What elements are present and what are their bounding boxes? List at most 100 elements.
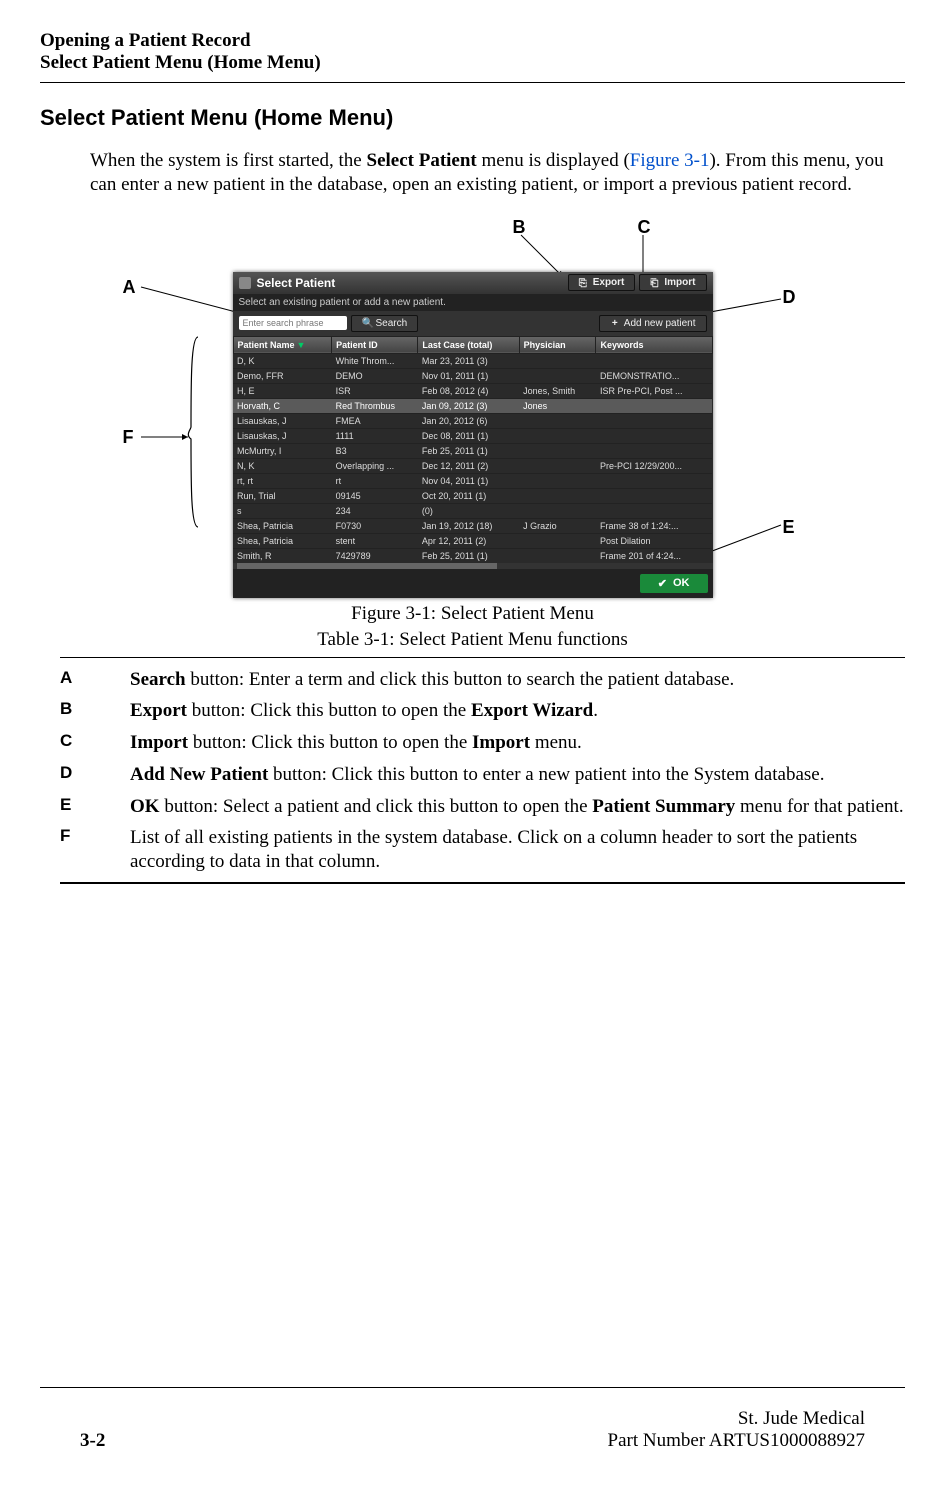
cell xyxy=(596,488,712,503)
cell: Lisauskas, J xyxy=(233,413,332,428)
cell: DEMO xyxy=(332,368,418,383)
row-C: C Import button: Click this button to op… xyxy=(60,731,905,755)
patient-table: Patient Name▼ Patient ID Last Case (tota… xyxy=(233,336,713,563)
key-A: A xyxy=(60,668,130,688)
cell xyxy=(596,398,712,413)
table-row[interactable]: McMurtry, IB3Feb 25, 2011 (1) xyxy=(233,443,712,458)
table-header-row: Patient Name▼ Patient ID Last Case (tota… xyxy=(233,336,712,353)
table-bottom-rule xyxy=(60,882,905,884)
cell: Jan 19, 2012 (18) xyxy=(418,518,519,533)
callout-E: E xyxy=(783,517,795,538)
cell: Run, Trial xyxy=(233,488,332,503)
cell xyxy=(519,458,596,473)
text: all existing patients in the system data… xyxy=(130,827,857,872)
table-row[interactable]: Run, Trial09145Oct 20, 2011 (1) xyxy=(233,488,712,503)
search-button-label: Search xyxy=(376,318,408,329)
table-row[interactable]: Lisauskas, J1111Dec 08, 2011 (1) xyxy=(233,428,712,443)
para-text: menu is displayed ( xyxy=(477,150,630,171)
cell: White Throm... xyxy=(332,353,418,368)
add-new-label: Add new patient xyxy=(624,318,696,329)
cell: Oct 20, 2011 (1) xyxy=(418,488,519,503)
cell xyxy=(519,353,596,368)
cell: Dec 08, 2011 (1) xyxy=(418,428,519,443)
import-label: Import xyxy=(664,277,695,288)
cell: F0730 xyxy=(332,518,418,533)
bottom-bar: ✔OK xyxy=(233,569,713,598)
import-icon: ⎗ xyxy=(650,278,660,288)
text: Import xyxy=(472,732,530,753)
export-icon: ⎘ xyxy=(579,278,589,288)
cell: Frame 38 of 1:24:... xyxy=(596,518,712,533)
function-table: A Search button: Enter a term and click … xyxy=(60,668,905,874)
table-row[interactable]: H, EISRFeb 08, 2012 (4)Jones, SmithISR P… xyxy=(233,383,712,398)
text: button: Click this button to open the xyxy=(187,700,471,721)
text: OK xyxy=(130,796,160,817)
cell: D, K xyxy=(233,353,332,368)
table-row[interactable]: Smith, R7429789Feb 25, 2011 (1)Frame 201… xyxy=(233,548,712,563)
search-input[interactable]: Enter search phrase xyxy=(239,316,347,330)
cell xyxy=(596,428,712,443)
cell xyxy=(519,443,596,458)
cell: 1111 xyxy=(332,428,418,443)
cell: Feb 25, 2011 (1) xyxy=(418,548,519,563)
table-row[interactable]: N, KOverlapping ...Dec 12, 2011 (2)Pre-P… xyxy=(233,458,712,473)
table-row[interactable]: D, KWhite Throm...Mar 23, 2011 (3) xyxy=(233,353,712,368)
col-last-case[interactable]: Last Case (total) xyxy=(418,336,519,353)
cell xyxy=(519,473,596,488)
page-number: 3-2 xyxy=(80,1430,105,1452)
text: button: Select a patient and click this … xyxy=(160,796,593,817)
text: Patient Summary xyxy=(592,796,735,817)
col-physician[interactable]: Physician xyxy=(519,336,596,353)
table-row[interactable]: Demo, FFRDEMONov 01, 2011 (1)DEMONSTRATI… xyxy=(233,368,712,383)
cell: Frame 201 of 4:24... xyxy=(596,548,712,563)
key-D: D xyxy=(60,763,130,783)
cell xyxy=(596,353,712,368)
cell: ISR xyxy=(332,383,418,398)
cell: Jones xyxy=(519,398,596,413)
callout-D: D xyxy=(783,287,796,308)
key-E: E xyxy=(60,795,130,815)
window-titlebar: Select Patient ⎘Export ⎗Import xyxy=(233,272,713,294)
cell: 09145 xyxy=(332,488,418,503)
callout-F: F xyxy=(123,427,134,448)
text: menu. xyxy=(530,732,582,753)
table-row[interactable]: Shea, PatriciaF0730Jan 19, 2012 (18)J Gr… xyxy=(233,518,712,533)
cell: B3 xyxy=(332,443,418,458)
cell: stent xyxy=(332,533,418,548)
sort-arrow-icon: ▼ xyxy=(297,340,306,350)
table-row[interactable]: s234 (0) xyxy=(233,503,712,518)
search-button[interactable]: 🔍Search xyxy=(351,315,419,332)
add-new-patient-button[interactable]: +Add new patient xyxy=(599,315,707,332)
table-row[interactable]: Horvath, CRed ThrombusJan 09, 2012 (3)Jo… xyxy=(233,398,712,413)
text: . xyxy=(593,700,598,721)
export-button[interactable]: ⎘Export xyxy=(568,274,636,291)
figure-container: A B C D E F Select Patient ⎘Export ⎗Impo… xyxy=(83,217,863,597)
cell xyxy=(519,488,596,503)
cell: Feb 08, 2012 (4) xyxy=(418,383,519,398)
para-text: When the system is first started, the xyxy=(90,150,367,171)
cell xyxy=(519,533,596,548)
table-row[interactable]: Shea, PatriciastentApr 12, 2011 (2)Post … xyxy=(233,533,712,548)
figure-ref-link[interactable]: Figure 3-1 xyxy=(630,150,710,171)
key-C: C xyxy=(60,731,130,751)
text: Search xyxy=(130,669,186,690)
cell: Pre-PCI 12/29/200... xyxy=(596,458,712,473)
table-row[interactable]: Lisauskas, JFMEAJan 20, 2012 (6) xyxy=(233,413,712,428)
select-patient-window: Select Patient ⎘Export ⎗Import Select an… xyxy=(233,272,713,598)
footer-rule xyxy=(40,1387,905,1388)
cell xyxy=(519,548,596,563)
cell: Shea, Patricia xyxy=(233,533,332,548)
row-E: E OK button: Select a patient and click … xyxy=(60,795,905,819)
ok-button[interactable]: ✔OK xyxy=(640,574,708,593)
import-button[interactable]: ⎗ Import xyxy=(639,274,706,291)
cell xyxy=(519,503,596,518)
running-header-line2: Select Patient Menu (Home Menu) xyxy=(40,52,905,74)
col-keywords[interactable]: Keywords xyxy=(596,336,712,353)
cell xyxy=(519,428,596,443)
col-patient-id[interactable]: Patient ID xyxy=(332,336,418,353)
table-row[interactable]: rt, rtrtNov 04, 2011 (1) xyxy=(233,473,712,488)
check-icon: ✔ xyxy=(658,577,667,590)
cell xyxy=(596,413,712,428)
col-patient-name[interactable]: Patient Name▼ xyxy=(233,336,332,353)
text: button: Click this button to enter a new… xyxy=(268,764,824,785)
